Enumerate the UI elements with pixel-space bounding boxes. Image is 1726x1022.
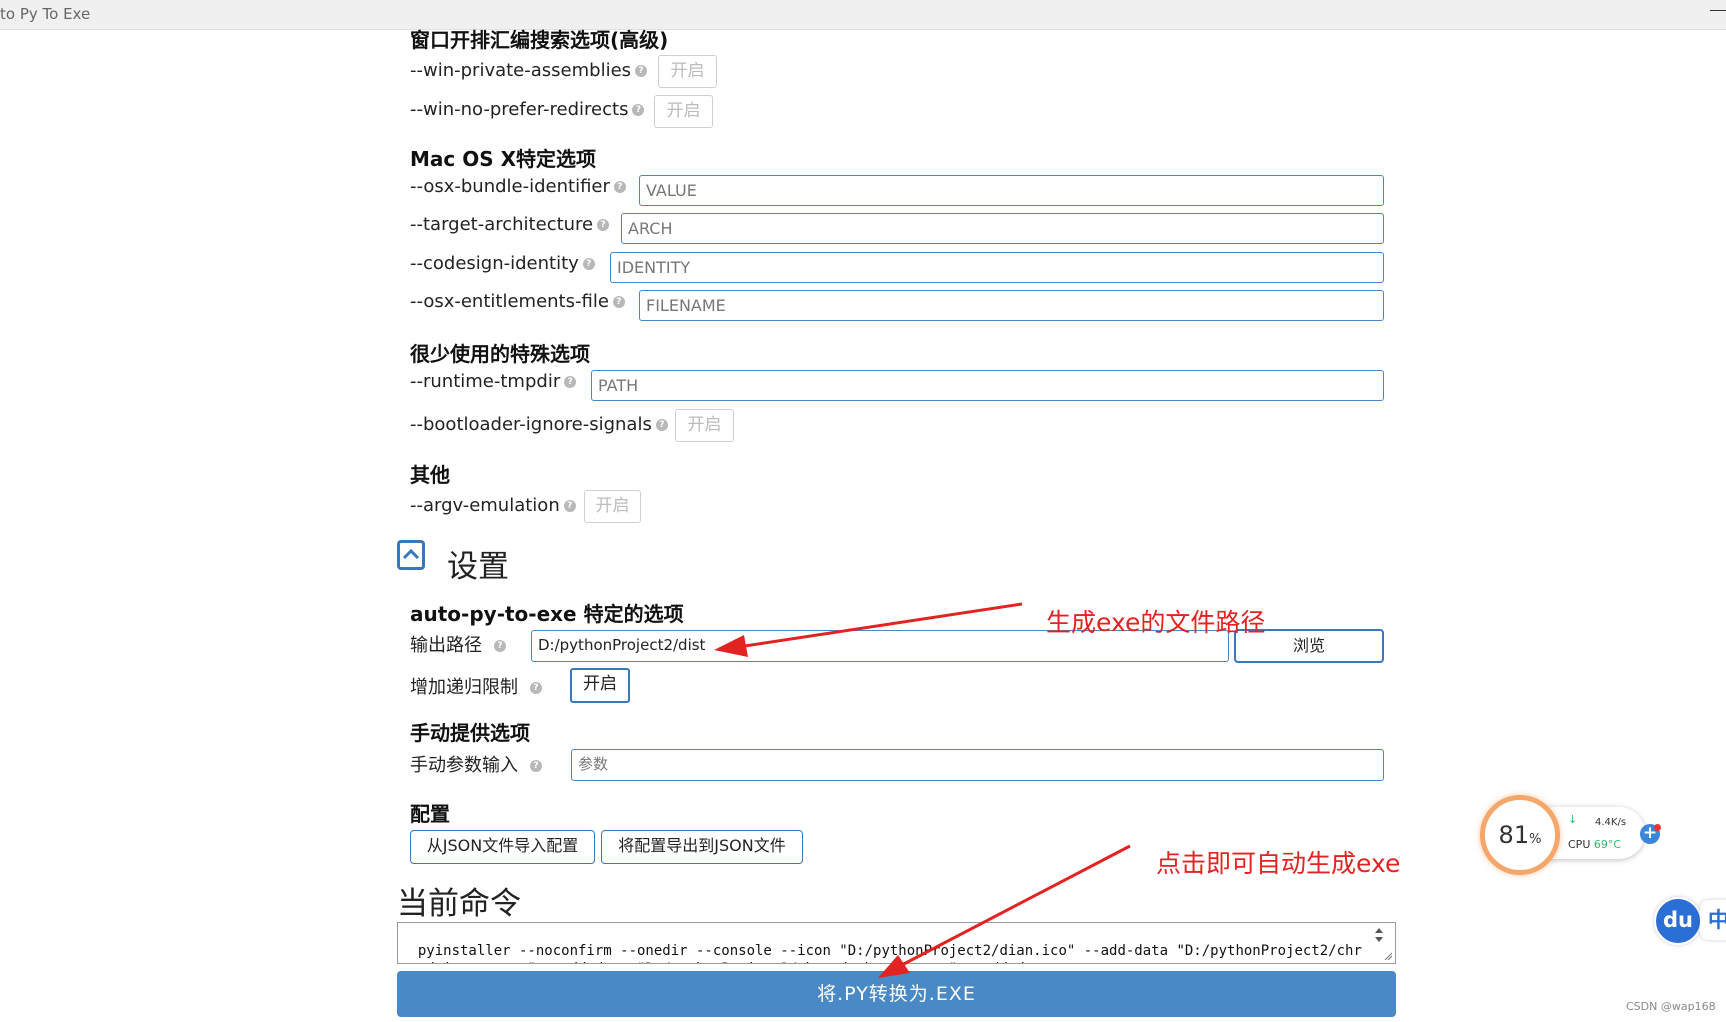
codesign-identity-label: --codesign-identity? (410, 253, 595, 274)
window-titlebar: to Py To Exe (0, 0, 1726, 30)
window-title: to Py To Exe (0, 5, 91, 23)
win-private-assemblies-toggle[interactable]: 开启 (658, 55, 717, 88)
target-architecture-label: --target-architecture? (410, 214, 610, 235)
manual-args-input[interactable]: 参数 (571, 749, 1384, 781)
current-command-title: 当前命令 (397, 886, 521, 922)
export-config-button[interactable]: 将配置导出到JSON文件 (601, 830, 803, 864)
help-icon[interactable]: ? (530, 682, 542, 694)
osx-bundle-identifier-label: --osx-bundle-identifier? (410, 176, 626, 197)
settings-title: 设置 (447, 549, 509, 585)
win-no-prefer-redirects-toggle[interactable]: 开启 (654, 95, 713, 128)
ime-indicator[interactable]: 中 (1700, 900, 1726, 940)
manual-args-label: 手动参数输入? (410, 751, 542, 777)
scroll-down-icon[interactable] (1375, 937, 1383, 942)
argv-emulation-label: --argv-emulation? (410, 495, 576, 516)
help-icon[interactable]: ? (655, 419, 668, 431)
help-icon[interactable]: ? (597, 219, 610, 231)
scroll-up-icon[interactable] (1375, 928, 1383, 933)
runtime-tmpdir-label: --runtime-tmpdir? (410, 371, 577, 392)
help-icon[interactable]: ? (564, 376, 577, 388)
other-heading: 其他 (410, 463, 450, 487)
system-monitor-widget[interactable]: 81% ↓ 4.4K/s CPU 69°C + (1480, 795, 1665, 875)
help-icon[interactable]: ? (494, 640, 506, 652)
command-text: pyinstaller --noconfirm --onedir --conso… (401, 943, 1362, 963)
rare-options-heading: 很少使用的特殊选项 (410, 342, 590, 366)
argv-emulation-toggle[interactable]: 开启 (584, 490, 641, 523)
cpu-temp-readout: CPU 69°C (1568, 838, 1622, 851)
osx-entitlements-file-input[interactable]: FILENAME (639, 290, 1384, 321)
osx-entitlements-file-label: --osx-entitlements-file? (410, 291, 625, 312)
command-textarea[interactable]: pyinstaller --noconfirm --onedir --conso… (397, 922, 1396, 964)
resize-grip-icon[interactable] (1384, 952, 1392, 960)
help-icon[interactable]: ? (582, 258, 595, 270)
minimize-icon[interactable] (1710, 10, 1726, 11)
network-speed: 4.4K/s (1595, 817, 1627, 828)
help-icon[interactable]: ? (530, 760, 542, 772)
help-icon[interactable]: ? (613, 181, 626, 193)
usage-unit: % (1529, 832, 1542, 847)
bootloader-ignore-signals-toggle[interactable]: 开启 (675, 409, 734, 442)
win-no-prefer-redirects-label: --win-no-prefer-redirects? (410, 99, 645, 120)
import-config-button[interactable]: 从JSON文件导入配置 (410, 830, 595, 864)
codesign-identity-input[interactable]: IDENTITY (610, 252, 1384, 283)
windows-bundle-heading: 窗口开排汇编搜索选项(高级) (410, 28, 669, 52)
convert-button[interactable]: 将.PY转换为.EXE (397, 971, 1396, 1017)
output-path-annotation: 生成exe的文件路径 (1046, 608, 1266, 637)
help-icon[interactable]: ? (612, 296, 625, 308)
help-icon[interactable]: ? (635, 65, 648, 77)
manual-options-heading: 手动提供选项 (410, 721, 530, 745)
collapse-settings-button[interactable] (397, 540, 425, 570)
usage-value: 81 (1498, 821, 1530, 849)
target-architecture-input[interactable]: ARCH (621, 213, 1384, 244)
chevron-up-icon (402, 548, 420, 560)
download-arrow-icon: ↓ (1568, 813, 1578, 826)
help-icon[interactable]: ? (632, 104, 645, 116)
help-icon[interactable]: ? (563, 500, 576, 512)
runtime-tmpdir-input[interactable]: PATH (591, 370, 1384, 401)
auto-py-to-exe-options-heading: auto-py-to-exe 特定的选项 (410, 602, 684, 626)
recursion-limit-label: 增加递归限制? (410, 673, 542, 699)
macos-heading: Mac OS X特定选项 (410, 147, 597, 171)
output-path-label: 输出路径? (410, 631, 506, 657)
convert-annotation: 点击即可自动生成exe (1156, 849, 1401, 878)
annotation-arrows (714, 602, 1131, 978)
usage-ring: 81% (1480, 795, 1560, 875)
config-heading: 配置 (410, 802, 450, 826)
notification-dot (1654, 824, 1661, 831)
baidu-logo-icon[interactable]: du (1654, 897, 1702, 945)
watermark: CSDN @wap168 (1626, 1000, 1716, 1013)
bootloader-ignore-signals-label: --bootloader-ignore-signals? (410, 414, 668, 435)
win-private-assemblies-label: --win-private-assemblies? (410, 60, 648, 81)
osx-bundle-identifier-input[interactable]: VALUE (639, 175, 1384, 206)
recursion-limit-toggle[interactable]: 开启 (570, 668, 630, 703)
